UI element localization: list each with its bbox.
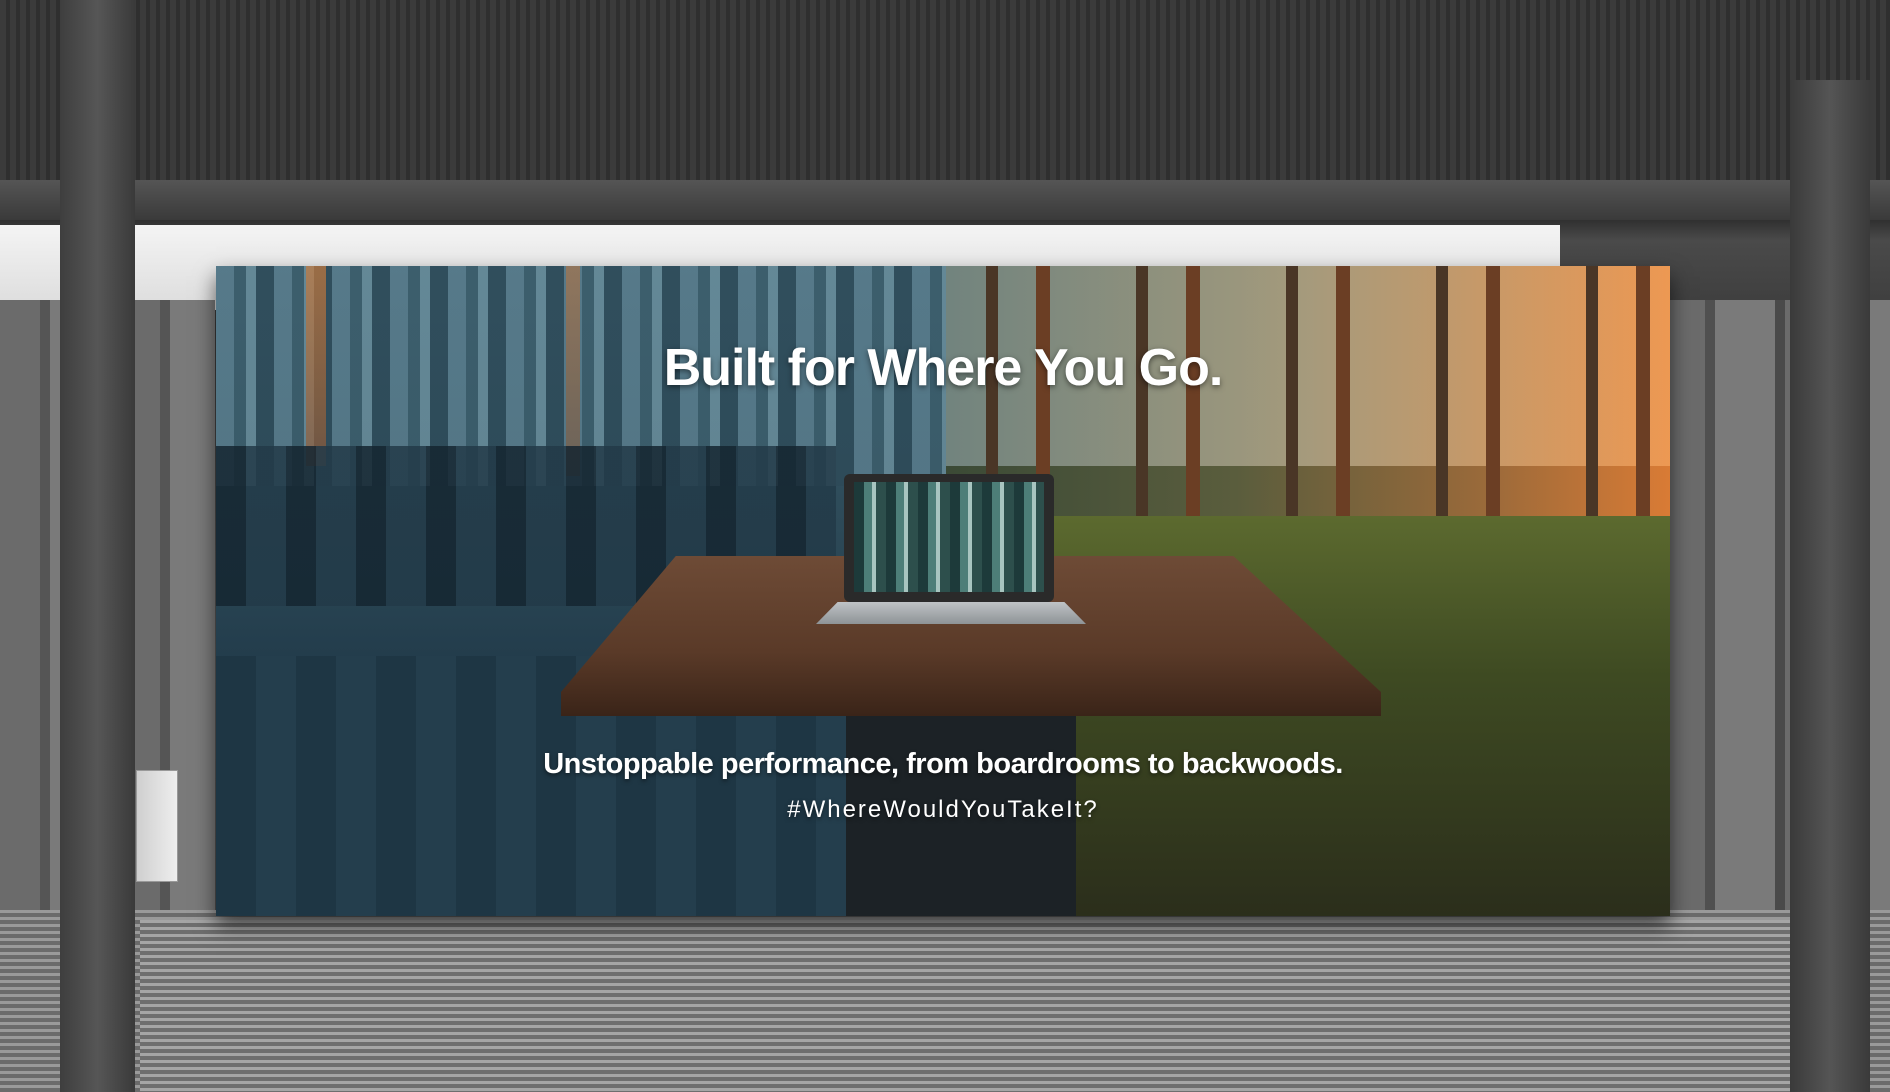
left-pillar <box>60 0 135 1092</box>
ceiling-beam <box>0 180 1890 220</box>
ceiling <box>0 0 1890 190</box>
tagline: Unstoppable performance, from boardrooms… <box>543 748 1343 780</box>
laptop-keyboard <box>816 602 1086 624</box>
warehouse-scene: Built for Where You Go. Unstoppable perf… <box>0 0 1890 1092</box>
headline: Built for Where You Go. <box>663 339 1224 397</box>
billboard: Built for Where You Go. Unstoppable perf… <box>216 266 1670 916</box>
shutter-panel <box>140 920 1790 1092</box>
laptop-display <box>854 482 1044 592</box>
hashtag: #WhereWouldYouTakeIt? <box>787 796 1099 823</box>
electrical-box <box>136 770 178 882</box>
right-pillar <box>1790 80 1870 1092</box>
